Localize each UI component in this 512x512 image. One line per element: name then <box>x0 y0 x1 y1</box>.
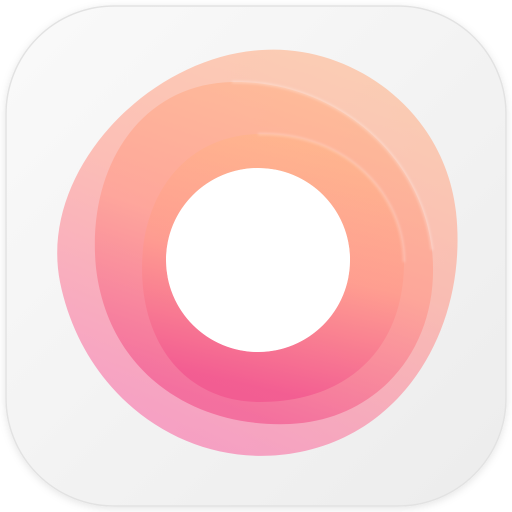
center-hole <box>166 168 350 352</box>
screenshot-canvas <box>0 0 512 512</box>
app-icon[interactable] <box>0 0 512 512</box>
